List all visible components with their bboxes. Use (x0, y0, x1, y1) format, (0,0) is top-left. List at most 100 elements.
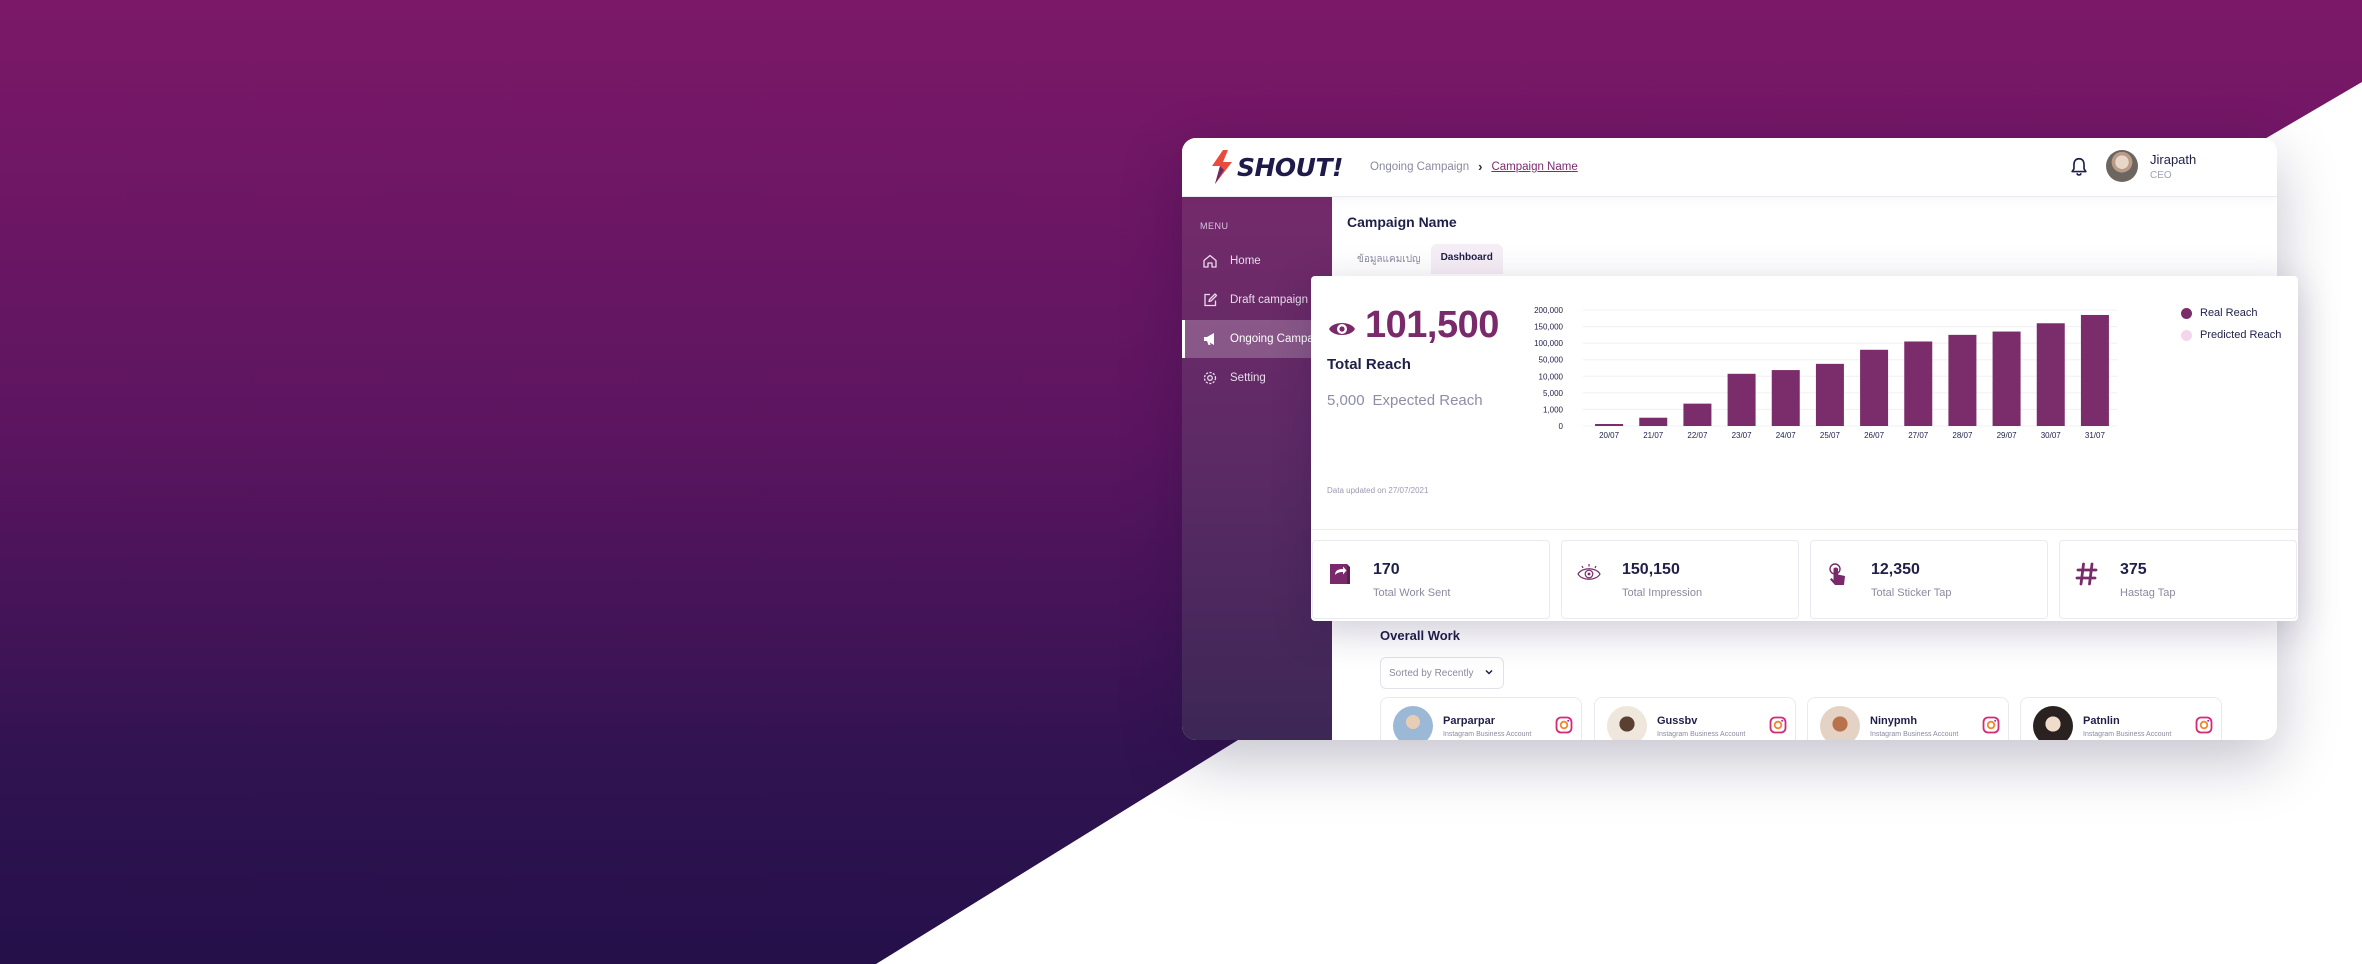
y-tick-label: 10,000 (1539, 372, 1564, 381)
hashtag-icon (2075, 562, 2098, 586)
chart-bar: 21/07: 500 (1639, 417, 1668, 426)
chart-bar: 31/07: 185000 (2080, 314, 2109, 426)
work-card-name: Gussbv (1657, 715, 1698, 727)
legend-swatch (2181, 329, 2192, 341)
y-tick-label: 100,000 (1534, 339, 1563, 348)
work-card-sub: Instagram Business Account (2083, 731, 2172, 738)
stat-label: Total Sticker Tap (1871, 587, 1952, 599)
expected-reach-value: 5,000 (1327, 392, 1365, 409)
legend-item-predicted[interactable]: Predicted Reach (2181, 324, 2281, 346)
sidebar-item-setting[interactable]: Setting (1182, 359, 1332, 397)
chart-bar: 26/07: 80000 (1860, 349, 1889, 426)
expected-reach: 5,000 Expected Reach (1327, 392, 1483, 409)
instagram-icon[interactable] (2195, 716, 2213, 734)
chevron-down-icon (1485, 669, 1493, 675)
chart-bar: 22/07: 2400 (1683, 403, 1712, 426)
user-role: CEO (2150, 170, 2172, 181)
instagram-icon[interactable] (1982, 716, 2000, 734)
sort-select[interactable]: Sorted by Recently (1380, 657, 1504, 689)
tap-icon (1829, 563, 1845, 585)
stat-card-impression: 150,150 Total Impression (1561, 540, 1799, 619)
legend-swatch (2181, 307, 2192, 319)
work-card-name: Patnlin (2083, 715, 2120, 727)
x-tick-label: 27/07 (1908, 431, 1929, 438)
sidebar-item-label: Draft campaign (1230, 294, 1308, 306)
chart-bar: 20/07: 0 (1595, 424, 1624, 426)
x-tick-label: 28/07 (1952, 431, 1973, 438)
stat-card-sticker-tap: 12,350 Total Sticker Tap (1810, 540, 2048, 619)
work-card-name: Ninypmh (1870, 715, 1918, 727)
sidebar-item-label: Setting (1230, 372, 1266, 384)
stat-card-work-sent: 170 Total Work Sent (1312, 540, 1550, 619)
avatar[interactable] (2106, 150, 2138, 182)
x-tick-label: 22/07 (1687, 431, 1708, 438)
y-tick-label: 1,000 (1543, 405, 1564, 414)
x-tick-label: 20/07 (1599, 431, 1620, 438)
bell-icon[interactable] (2068, 156, 2090, 178)
work-card[interactable]: Ninypmh Instagram Business Account (1807, 697, 2009, 740)
avatar (1820, 706, 1860, 740)
stat-label: Total Impression (1622, 587, 1703, 599)
sort-select-value: Sorted by Recently (1389, 667, 1474, 679)
work-card-sub: Instagram Business Account (1870, 731, 1959, 738)
tab-campaign-info[interactable]: ข้อมูลแคมเปญ (1347, 244, 1431, 274)
stat-value: 170 (1373, 561, 1400, 578)
x-tick-label: 29/07 (1997, 431, 2018, 438)
y-tick-label: 200,000 (1534, 306, 1563, 315)
divider (1311, 529, 2298, 530)
sidebar-item-ongoing[interactable]: Ongoing Campaign (1182, 320, 1332, 358)
sidebar-item-draft[interactable]: Draft campaign (1182, 281, 1332, 319)
user-name: Jirapath (2150, 152, 2197, 167)
bolt-logo-icon (1212, 150, 1232, 184)
stat-label: Hastag Tap (2120, 587, 2176, 599)
work-card[interactable]: Parparpar Instagram Business Account (1380, 697, 1582, 740)
sidebar-item-label: Home (1230, 255, 1261, 267)
sidebar-item-home[interactable]: Home (1182, 242, 1332, 280)
total-reach-label: Total Reach (1327, 356, 1411, 373)
work-card-sub: Instagram Business Account (1443, 731, 1532, 738)
legend-item-real[interactable]: Real Reach (2181, 302, 2281, 324)
brand-name: SHOUT! (1237, 152, 1343, 182)
chart-bar: 25/07: 40000 (1815, 363, 1844, 426)
stat-card-hashtag: 375 Hastag Tap (2059, 540, 2297, 619)
stat-value: 12,350 (1871, 561, 1920, 578)
reach-bar-chart: 0 1,000 5,000 10,000 50,000 100,000 150,000 200… (1534, 306, 2117, 438)
work-card[interactable]: Gussbv Instagram Business Account (1594, 697, 1796, 740)
tab-dashboard[interactable]: Dashboard (1430, 244, 1503, 274)
x-tick-label: 24/07 (1776, 431, 1797, 438)
x-tick-label: 26/07 (1864, 431, 1885, 438)
avatar (1607, 706, 1647, 740)
breadcrumb-ongoing[interactable]: Ongoing Campaign (1370, 161, 1469, 173)
top-bar: SHOUT! Ongoing Campaign › Campaign Name … (1182, 138, 2277, 197)
work-card-sub: Instagram Business Account (1657, 731, 1746, 738)
chart-legend: Real Reach Predicted Reach (2181, 302, 2281, 346)
instagram-icon[interactable] (1769, 716, 1787, 734)
instagram-icon[interactable] (1555, 716, 1573, 734)
work-card[interactable]: Patnlin Instagram Business Account (2020, 697, 2222, 740)
x-tick-label: 31/07 (2085, 431, 2106, 438)
y-tick-label: 50,000 (1539, 356, 1564, 365)
avatar (1393, 706, 1433, 740)
tab-bar: ข้อมูลแคมเปญ Dashboard (1347, 244, 1503, 274)
sidebar: MENU Home Draft campaign Ongoing Campaig… (1182, 197, 1332, 740)
eye-icon (1329, 323, 1355, 335)
chart-bar: 24/07: 25000 (1771, 370, 1800, 426)
work-card-name: Parparpar (1443, 715, 1495, 727)
chart-bar: 29/07: 135000 (1992, 331, 2021, 426)
share-icon (1330, 564, 1350, 584)
chevron-right-icon: › (1478, 159, 1483, 174)
expected-reach-label: Expected Reach (1372, 392, 1483, 409)
total-reach-value: 101,500 (1365, 304, 1499, 346)
legend-label: Predicted Reach (2200, 329, 2282, 341)
legend-label: Real Reach (2200, 307, 2258, 319)
stat-label: Total Work Sent (1373, 587, 1451, 599)
megaphone-icon (1204, 333, 1214, 345)
breadcrumb-campaign[interactable]: Campaign Name (1491, 161, 1577, 173)
chart-bar: 23/07: 16000 (1727, 373, 1756, 426)
avatar (2033, 706, 2073, 740)
home-icon (1203, 254, 1217, 268)
breadcrumb: Ongoing Campaign › Campaign Name (1370, 159, 1578, 174)
dashboard-card: 101,500 Total Reach 5,000 Expected Reach … (1311, 276, 2298, 621)
brand-logo[interactable]: SHOUT! (1208, 149, 1343, 185)
stat-value: 375 (2120, 561, 2147, 578)
